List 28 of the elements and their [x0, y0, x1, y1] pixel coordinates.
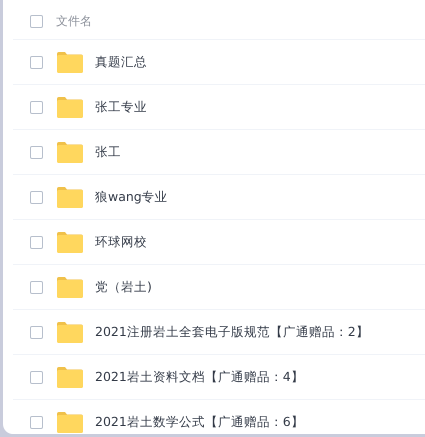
- folder-name[interactable]: 2021岩土资料文档【广通赠品：4】: [95, 368, 304, 386]
- folder-icon: [57, 276, 83, 298]
- checkbox[interactable]: [30, 416, 43, 428]
- checkbox[interactable]: [30, 236, 43, 248]
- folder-icon: [57, 142, 83, 162]
- folder-icon: [57, 96, 83, 118]
- folder-name[interactable]: 张工: [95, 144, 121, 160]
- checkbox[interactable]: [30, 15, 43, 28]
- checkbox[interactable]: [30, 146, 43, 158]
- folder-name[interactable]: 2021注册岩土全套电子版规范【广通赠品：2】: [95, 324, 369, 340]
- checkbox[interactable]: [30, 100, 43, 114]
- folder-name[interactable]: 环球网校: [95, 234, 147, 250]
- folder-icon: [57, 366, 83, 388]
- checkbox[interactable]: [30, 370, 43, 384]
- folder-icon: [57, 412, 83, 432]
- folder-name[interactable]: 2021岩土数学公式【广通赠品：6】: [95, 414, 304, 430]
- folder-name[interactable]: 狼wang专业: [95, 188, 168, 206]
- folder-name[interactable]: 真题汇总: [95, 54, 147, 70]
- folder-name[interactable]: 张工专业: [95, 98, 147, 116]
- folder-icon: [57, 186, 83, 208]
- checkbox[interactable]: [30, 280, 43, 294]
- checkbox[interactable]: [30, 56, 43, 68]
- folder-icon: [57, 52, 83, 72]
- checkbox[interactable]: [30, 190, 43, 204]
- checkbox[interactable]: [30, 326, 43, 338]
- folder-name[interactable]: 党（岩土): [95, 278, 152, 296]
- folder-icon: [57, 322, 83, 342]
- folder-icon: [57, 232, 83, 252]
